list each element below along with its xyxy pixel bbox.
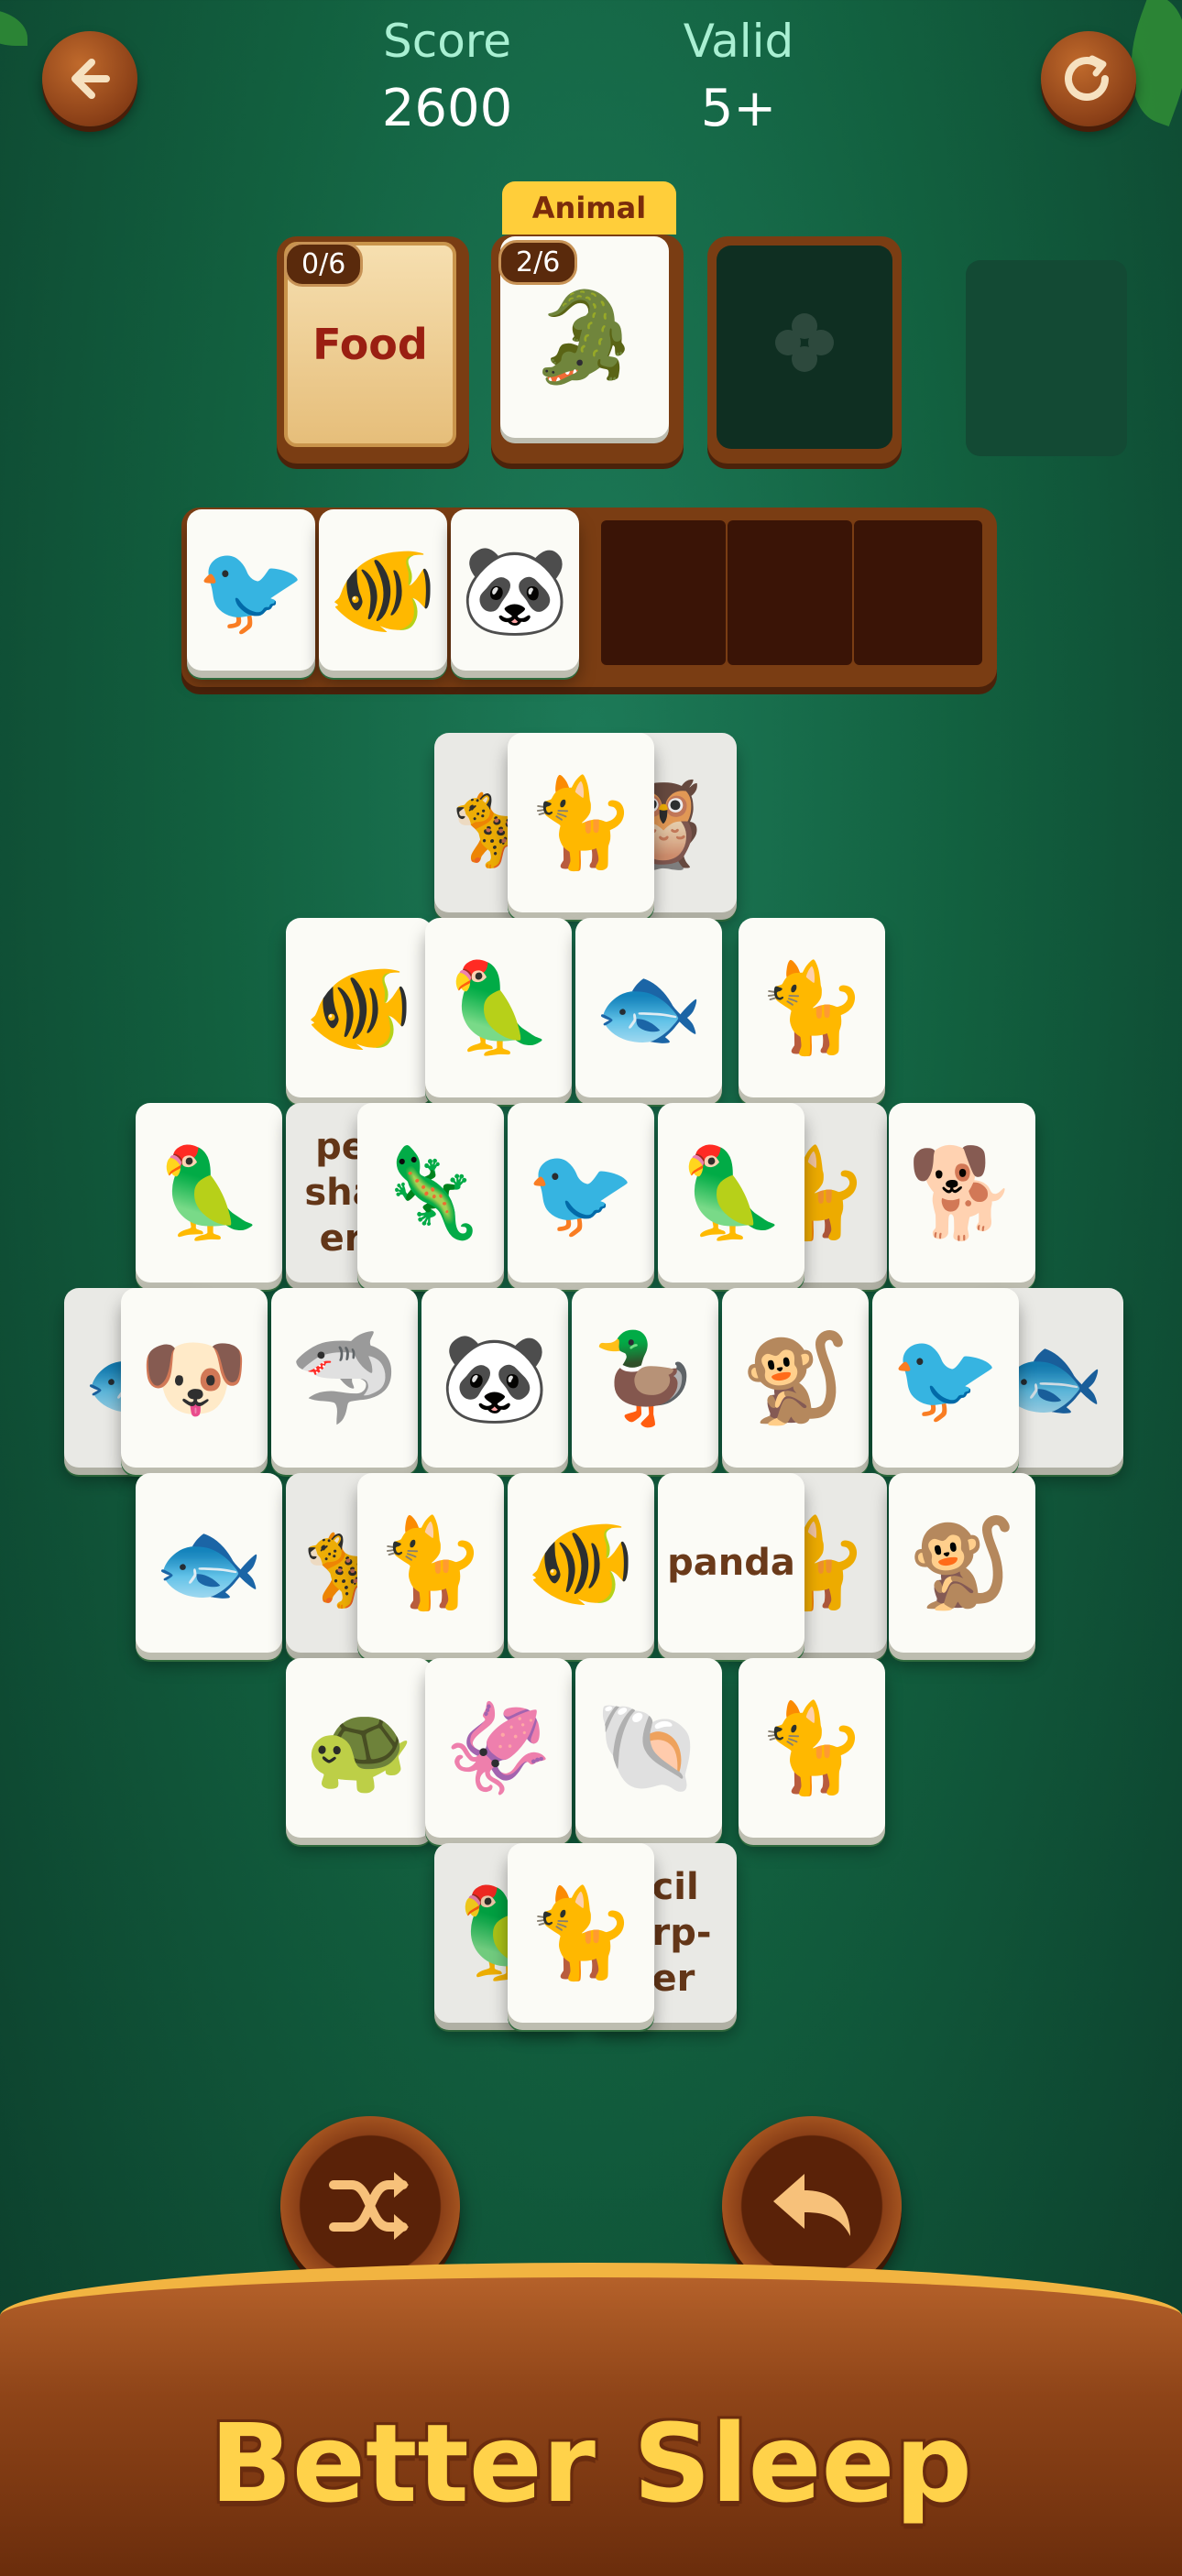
- crocodile-icon: 🐊: [530, 286, 640, 388]
- food-category-label: Food: [312, 320, 428, 369]
- tile-nautilus[interactable]: 🐚: [575, 1658, 722, 1838]
- tile-guppy[interactable]: 🐠: [508, 1473, 654, 1653]
- restart-icon: [1065, 55, 1109, 101]
- tile-duck[interactable]: 🦆: [572, 1288, 718, 1468]
- tile-shark[interactable]: 🦈: [271, 1288, 418, 1468]
- tile-cockatoo[interactable]: 🦜: [658, 1103, 804, 1283]
- back-button[interactable]: [42, 31, 137, 126]
- banner-title: Better Sleep: [209, 2400, 973, 2527]
- tile-macaw[interactable]: 🦜: [425, 918, 572, 1097]
- tile-cat-grey-top[interactable]: 🐈: [508, 733, 654, 912]
- arrow-left-icon: [71, 59, 110, 99]
- tile-siamese[interactable]: 🐈: [508, 1843, 654, 2023]
- animal-category-tab: Animal: [502, 181, 676, 235]
- tile-collie[interactable]: 🐕: [889, 1103, 1035, 1283]
- shuffle-icon: [329, 2172, 409, 2240]
- score-label: Score: [382, 15, 512, 68]
- undo-icon: [773, 2174, 850, 2236]
- valid-label: Valid: [683, 15, 794, 68]
- tile-turtle[interactable]: 🐢: [286, 1658, 432, 1838]
- restart-button[interactable]: [1041, 31, 1136, 126]
- tile-word-panda[interactable]: panda: [658, 1473, 804, 1653]
- tray-cell-6: [854, 520, 982, 665]
- tray-tile-goldfish: 🐠: [319, 509, 447, 671]
- category-slot-animal: 🐊 2/6: [491, 235, 684, 464]
- tile-puppy[interactable]: 🐶: [121, 1288, 268, 1468]
- tile-cat-grey[interactable]: 🐈: [739, 918, 885, 1097]
- tile-seahorse[interactable]: 🦑: [425, 1658, 572, 1838]
- category-slot-food: Food 0/6: [277, 236, 469, 464]
- tile-gibbon[interactable]: 🐒: [889, 1473, 1035, 1653]
- tile-toucan[interactable]: 🐦: [508, 1103, 654, 1283]
- tile-lorikeet[interactable]: 🦜: [136, 1103, 282, 1283]
- leaf-decoration-left: [0, 9, 27, 46]
- tray-tile-panda: 🐼: [451, 509, 579, 671]
- category-slot-locked: [966, 260, 1127, 456]
- food-count-badge: 0/6: [284, 242, 364, 287]
- score-value: 2600: [381, 79, 513, 138]
- tile-monkey[interactable]: 🐒: [722, 1288, 869, 1468]
- tray-tile-kingfisher: 🐦: [187, 509, 315, 671]
- flower-watermark-icon: [775, 313, 834, 372]
- tile-oarfish[interactable]: 🐟: [575, 918, 722, 1097]
- tile-panda[interactable]: 🐼: [421, 1288, 568, 1468]
- tile-ragdoll[interactable]: 🐈: [357, 1473, 504, 1653]
- tile-clownfish[interactable]: 🐠: [286, 918, 432, 1097]
- tray-cell-5: [728, 520, 852, 665]
- valid-value: 5+: [700, 79, 777, 138]
- tray-cell-4: [601, 520, 726, 665]
- animal-count-badge: 2/6: [498, 240, 578, 285]
- tile-hummingbird[interactable]: 🐦: [872, 1288, 1019, 1468]
- category-slot-empty: [707, 236, 902, 464]
- tile-birman[interactable]: 🐈: [739, 1658, 885, 1838]
- tile-neon-tetra[interactable]: 🐟: [136, 1473, 282, 1653]
- tile-chameleon[interactable]: 🦎: [357, 1103, 504, 1283]
